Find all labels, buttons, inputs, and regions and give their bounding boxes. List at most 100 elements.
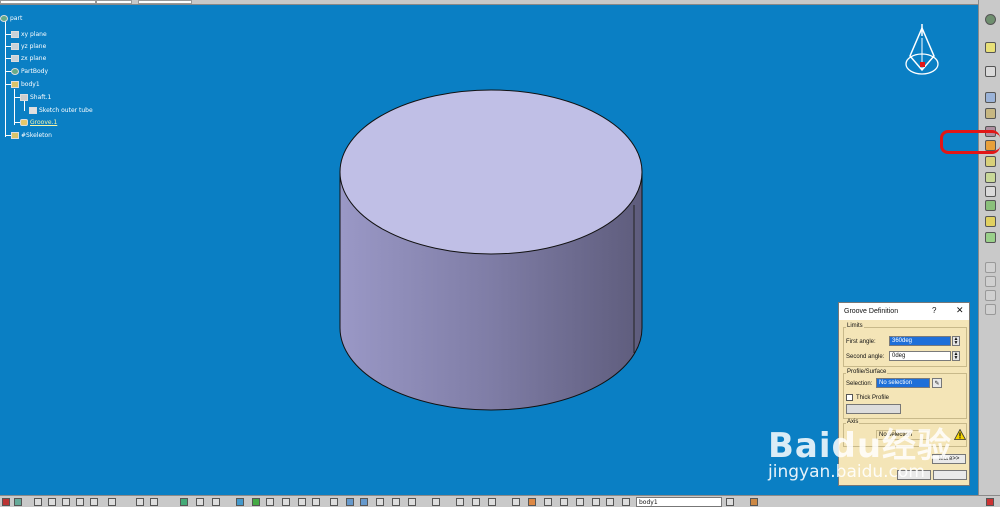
publication-icon[interactable]	[606, 498, 614, 506]
slot-icon[interactable]	[985, 186, 996, 197]
iso-view-icon[interactable]	[346, 498, 354, 506]
tree-connector	[14, 89, 15, 125]
plane-icon	[11, 54, 19, 62]
stiffener-icon[interactable]	[985, 200, 996, 211]
limits-label: Limits	[846, 323, 864, 329]
tree-node-zx-plane[interactable]: zx plane	[11, 53, 46, 63]
cylinder-model[interactable]	[336, 85, 646, 415]
tree-node-xy-plane[interactable]: xy plane	[11, 29, 47, 39]
zoom-out-icon[interactable]	[312, 498, 320, 506]
dialog-titlebar[interactable]: Groove Definition ? ✕	[839, 303, 969, 320]
tree-node-yz-plane[interactable]: yz plane	[11, 41, 46, 51]
reverse-side-button	[846, 404, 901, 414]
compass-icon[interactable]	[900, 22, 945, 82]
tree-node-skeleton[interactable]: #Skeleton	[11, 130, 52, 140]
refresh-icon[interactable]	[512, 498, 520, 506]
first-angle-label: First angle:	[846, 339, 876, 345]
hide-show-icon[interactable]	[376, 498, 384, 506]
body-selector-icon[interactable]	[622, 498, 630, 506]
dropdown-arrow-icon[interactable]	[726, 498, 734, 506]
swap-visible-icon[interactable]	[392, 498, 400, 506]
snap-icon[interactable]	[544, 498, 552, 506]
toolbar-combo-3[interactable]	[138, 0, 192, 4]
tree-connector	[5, 19, 6, 137]
copy-icon[interactable]	[48, 498, 56, 506]
query-icon[interactable]	[196, 498, 204, 506]
first-angle-input[interactable]: 360deg	[889, 336, 951, 346]
shaft-icon	[20, 93, 28, 101]
thick-profile-checkbox[interactable]	[846, 394, 853, 401]
grid-icon[interactable]	[560, 498, 568, 506]
constraint-icon[interactable]	[456, 498, 464, 506]
tree-node-partbody[interactable]: PartBody	[11, 66, 48, 76]
sketcher-icon[interactable]	[985, 14, 996, 25]
catalog-icon[interactable]	[180, 498, 188, 506]
toolbar-combo-2[interactable]	[96, 0, 132, 4]
second-angle-spinner[interactable]: ▲ ▼	[952, 351, 960, 361]
normal-view-icon[interactable]	[330, 498, 338, 506]
selection-label: Selection:	[846, 381, 873, 387]
pad-icon[interactable]	[985, 92, 996, 103]
ok-button[interactable]	[897, 470, 931, 480]
dialog-title: Groove Definition	[844, 308, 899, 315]
current-body-field[interactable]: body1	[636, 497, 722, 507]
cancel-button[interactable]	[933, 470, 967, 480]
measure-icon[interactable]	[150, 498, 158, 506]
groove-definition-dialog: Groove Definition ? ✕ Limits First angle…	[838, 302, 970, 486]
toolbar-combo-1[interactable]	[0, 0, 96, 4]
open-icon[interactable]	[14, 498, 22, 506]
paste-icon[interactable]	[62, 498, 70, 506]
close-icon[interactable]: ✕	[956, 305, 964, 316]
3d-viewport[interactable]: part xy plane yz plane zx plane PartBody…	[0, 5, 978, 495]
table-icon[interactable]	[488, 498, 496, 506]
sketch-edit-icon[interactable]: ✎	[932, 378, 942, 388]
tree-node-shaft[interactable]: Shaft.1	[20, 92, 51, 102]
profile-selection-input[interactable]: No selection	[876, 378, 930, 388]
new-icon[interactable]	[2, 498, 10, 506]
help-icon[interactable]	[108, 498, 116, 506]
partbody-icon	[11, 67, 19, 75]
fly-mode-icon[interactable]	[236, 498, 244, 506]
zoom-in-icon[interactable]	[298, 498, 306, 506]
thick-profile-checkbox-row[interactable]: Thick Profile	[846, 394, 889, 401]
more-button[interactable]: More>>	[932, 454, 966, 464]
status-icon	[986, 498, 994, 506]
remove-loft-icon[interactable]	[985, 232, 996, 243]
help-icon[interactable]: ?	[932, 306, 936, 315]
undo-icon[interactable]	[76, 498, 84, 506]
profile-label: Profile/Surface	[846, 369, 888, 375]
axis-system-icon[interactable]	[576, 498, 584, 506]
tree-node-sketch[interactable]: Sketch outer tube	[29, 105, 93, 115]
tree-node-groove[interactable]: Groove.1	[20, 117, 57, 127]
specification-tree: part xy plane yz plane zx plane PartBody…	[0, 13, 140, 153]
geometry-icon[interactable]	[592, 498, 600, 506]
dimension-icon[interactable]	[472, 498, 480, 506]
fit-all-icon[interactable]	[252, 498, 260, 506]
tree-node-body1[interactable]: body1	[11, 79, 40, 89]
redo-icon[interactable]	[90, 498, 98, 506]
select-icon[interactable]	[985, 42, 996, 53]
hole-icon[interactable]	[985, 156, 996, 167]
pan-icon[interactable]	[266, 498, 274, 506]
multiview-icon[interactable]	[212, 498, 220, 506]
axis-label: Axis	[846, 419, 860, 425]
second-angle-input[interactable]: 0deg	[889, 351, 951, 361]
plane-icon	[11, 30, 19, 38]
tree-node-part[interactable]: part	[0, 13, 22, 23]
shading-icon[interactable]	[360, 498, 368, 506]
rotate-icon[interactable]	[282, 498, 290, 506]
tree-node-label: zx plane	[21, 54, 47, 62]
update-icon[interactable]	[985, 66, 996, 77]
3d-tools-icon[interactable]	[750, 498, 758, 506]
axis-selection-input[interactable]: No selection	[876, 430, 930, 440]
cut-icon[interactable]	[34, 498, 42, 506]
formula-icon[interactable]	[136, 498, 144, 506]
material-icon[interactable]	[528, 498, 536, 506]
first-angle-spinner[interactable]: ▲ ▼	[952, 336, 960, 346]
analysis-icon[interactable]	[432, 498, 440, 506]
pocket-icon[interactable]	[985, 108, 996, 119]
view-mode-icon[interactable]	[408, 498, 416, 506]
rib-icon[interactable]	[985, 172, 996, 183]
tree-node-label: Sketch outer tube	[39, 106, 93, 114]
loft-icon[interactable]	[985, 216, 996, 227]
